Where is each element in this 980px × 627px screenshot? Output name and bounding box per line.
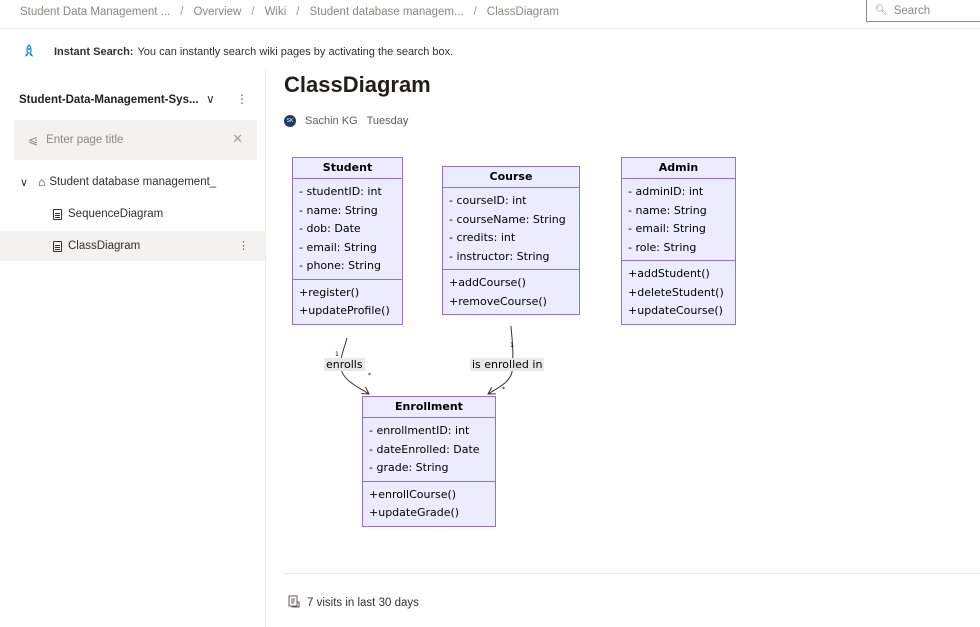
method: +enrollCourse() bbox=[369, 487, 457, 501]
chevron-down-icon[interactable]: ∨ bbox=[206, 92, 215, 106]
method: +removeCourse() bbox=[449, 294, 547, 308]
class-attributes: - studentID: int - name: String - dob: D… bbox=[293, 179, 402, 280]
multiplicity-label: 1 bbox=[335, 351, 339, 358]
tree-item-sequence-diagram[interactable]: SequenceDiagram bbox=[0, 199, 265, 229]
attribute: - credits: int bbox=[449, 231, 516, 244]
search-placeholder: Search bbox=[893, 4, 931, 17]
attribute: - phone: String bbox=[299, 259, 381, 272]
more-options-icon[interactable]: ⋮ bbox=[236, 92, 248, 106]
method: +register() bbox=[299, 285, 360, 299]
banner-text: You can instantly search wiki pages by a… bbox=[137, 46, 454, 58]
search-icon: 🔍︎ bbox=[875, 5, 888, 16]
top-bar: Student Data Management ... / Overview /… bbox=[0, 0, 980, 29]
attribute: - email: String bbox=[299, 240, 377, 254]
class-name: Course bbox=[443, 167, 579, 188]
class-enrollment[interactable]: Enrollment - enrollmentID: int - dateEnr… bbox=[362, 396, 496, 527]
breadcrumb: Student Data Management ... / Overview /… bbox=[20, 0, 559, 24]
class-methods: +register() +updateProfile() bbox=[293, 280, 402, 324]
more-options-icon[interactable]: ⋮ bbox=[238, 239, 249, 252]
breadcrumb-overview[interactable]: Overview bbox=[193, 6, 241, 18]
attribute: - dob: Date bbox=[299, 222, 361, 235]
attribute: - role: String bbox=[628, 240, 697, 254]
banner-title: Instant Search: bbox=[54, 46, 134, 58]
method: +updateProfile() bbox=[299, 304, 390, 317]
multiplicity-label: * bbox=[368, 372, 371, 379]
breadcrumb-separator: / bbox=[473, 6, 477, 18]
filter-placeholder: Enter page title bbox=[46, 134, 124, 146]
relation-label: enrolls bbox=[324, 358, 365, 371]
avatar: SK bbox=[284, 115, 296, 127]
page-filter-input[interactable]: ⩿ Enter page title ✕ bbox=[14, 120, 257, 160]
rocket-icon bbox=[22, 43, 44, 61]
class-attributes: - enrollmentID: int - dateEnrolled: Date… bbox=[363, 418, 495, 482]
instant-search-banner: Instant Search: You can instantly search… bbox=[0, 42, 453, 62]
attribute: - courseName: String bbox=[449, 212, 566, 226]
breadcrumb-parent-page[interactable]: Student database managem... bbox=[310, 6, 464, 18]
chevron-down-icon[interactable]: ∨ bbox=[20, 176, 28, 189]
class-admin[interactable]: Admin - adminID: int - name: String - em… bbox=[621, 157, 736, 325]
class-name: Enrollment bbox=[363, 397, 495, 418]
page-title: ClassDiagram bbox=[284, 72, 431, 97]
attribute: - studentID: int bbox=[299, 185, 382, 198]
class-methods: +addStudent() +deleteStudent() +updateCo… bbox=[622, 261, 735, 324]
class-diagram: Student - studentID: int - name: String … bbox=[280, 150, 780, 550]
breadcrumb-separator: / bbox=[251, 6, 255, 18]
class-methods: +enrollCourse() +updateGrade() bbox=[363, 482, 495, 526]
method: +updateGrade() bbox=[369, 506, 460, 519]
author-name[interactable]: Sachin KG bbox=[305, 115, 358, 127]
attribute: - grade: String bbox=[369, 461, 449, 474]
class-course[interactable]: Course - courseID: int - courseName: Str… bbox=[442, 166, 580, 315]
tree-item-root[interactable]: ∨ ⌂ Student database management_ bbox=[20, 175, 216, 189]
attribute: - name: String bbox=[299, 203, 378, 217]
class-student[interactable]: Student - studentID: int - name: String … bbox=[292, 157, 403, 325]
attribute: - instructor: String bbox=[449, 249, 550, 263]
page-author-line: SK Sachin KG Tuesday bbox=[284, 115, 408, 127]
attribute: - name: String bbox=[628, 203, 707, 217]
visits-icon bbox=[288, 595, 300, 611]
visits-text[interactable]: 7 visits in last 30 days bbox=[307, 597, 419, 609]
multiplicity-label: 1 bbox=[510, 342, 514, 349]
class-methods: +addCourse() +removeCourse() bbox=[443, 270, 579, 314]
tree-item-label: Student database management_ bbox=[49, 176, 217, 188]
class-name: Admin bbox=[622, 158, 735, 179]
attribute: - adminID: int bbox=[628, 185, 704, 198]
method: +addStudent() bbox=[628, 267, 710, 280]
method: +deleteStudent() bbox=[628, 285, 724, 299]
divider bbox=[284, 573, 980, 574]
multiplicity-label: * bbox=[502, 386, 505, 393]
breadcrumb-separator: / bbox=[296, 6, 300, 18]
class-name: Student bbox=[293, 158, 402, 179]
wiki-selector[interactable]: Student-Data-Management-Sys... bbox=[19, 94, 199, 106]
class-attributes: - adminID: int - name: String - email: S… bbox=[622, 179, 735, 261]
attribute: - courseID: int bbox=[449, 194, 527, 207]
class-attributes: - courseID: int - courseName: String - c… bbox=[443, 188, 579, 270]
home-icon: ⌂ bbox=[38, 175, 46, 189]
breadcrumb-current-page[interactable]: ClassDiagram bbox=[487, 6, 559, 18]
attribute: - email: String bbox=[628, 222, 706, 235]
method: +addCourse() bbox=[449, 276, 526, 289]
method: +updateCourse() bbox=[628, 304, 723, 317]
attribute: - dateEnrolled: Date bbox=[369, 442, 480, 456]
page-visits: 7 visits in last 30 days bbox=[288, 595, 419, 611]
edit-date: Tuesday bbox=[366, 115, 409, 127]
close-icon[interactable]: ✕ bbox=[232, 131, 243, 147]
breadcrumb-wiki[interactable]: Wiki bbox=[265, 6, 287, 18]
document-icon bbox=[53, 240, 62, 252]
tree-item-label: SequenceDiagram bbox=[68, 208, 164, 220]
tree-item-label: ClassDiagram bbox=[68, 240, 141, 252]
tree-item-class-diagram[interactable]: ClassDiagram ⋮ bbox=[0, 231, 265, 261]
breadcrumb-separator: / bbox=[180, 6, 184, 18]
breadcrumb-project[interactable]: Student Data Management ... bbox=[20, 6, 170, 18]
attribute: - enrollmentID: int bbox=[369, 424, 470, 437]
filter-icon: ⩿ bbox=[28, 133, 39, 147]
search-input[interactable]: 🔍︎ Search bbox=[866, 0, 980, 22]
document-icon bbox=[53, 208, 62, 220]
relation-label: is enrolled in bbox=[470, 358, 545, 371]
wiki-sidebar: Student-Data-Management-Sys... ∨ ⋮ ⩿ Ent… bbox=[0, 70, 266, 627]
